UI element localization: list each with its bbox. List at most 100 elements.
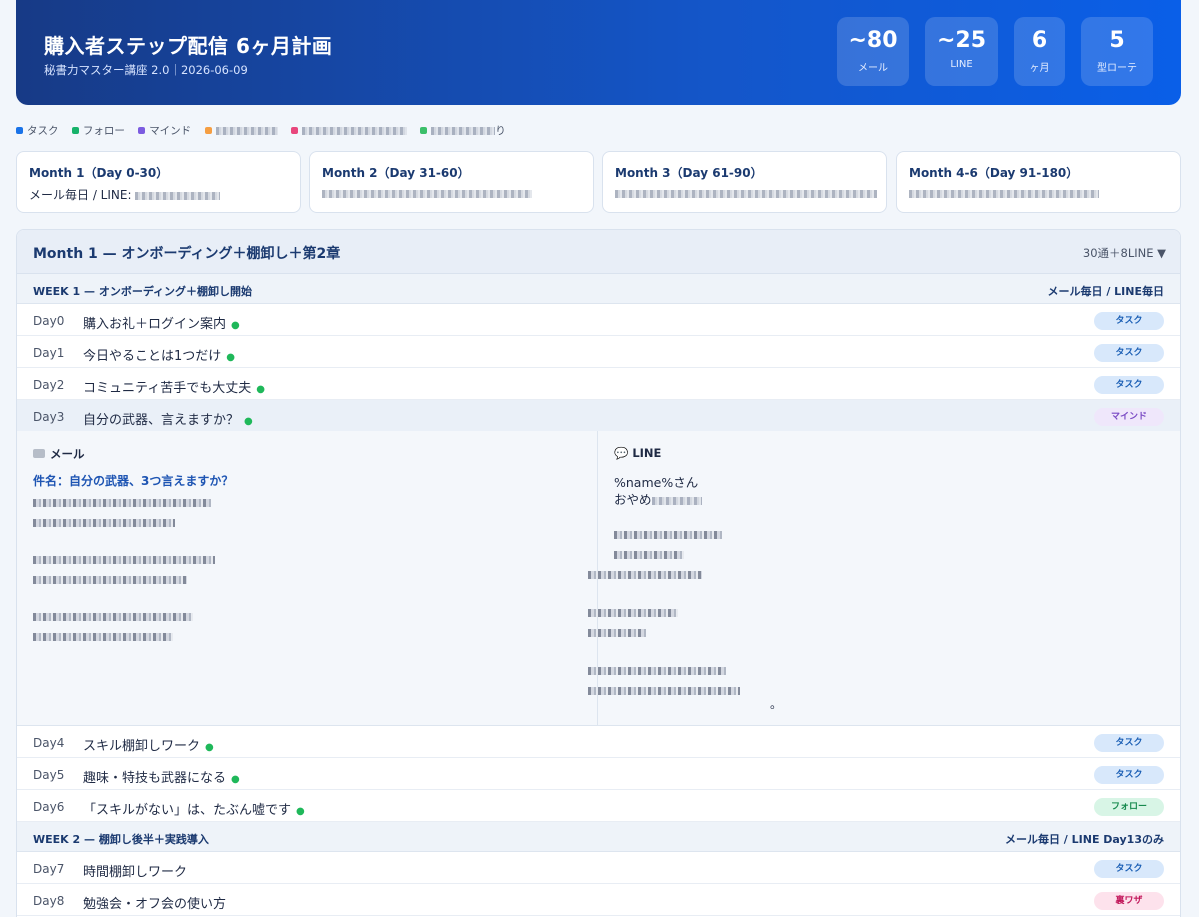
day-row[interactable]: Day2 コミュニティ苦手でも大丈夫 ● タスク xyxy=(17,368,1180,400)
redacted-text xyxy=(431,127,496,135)
day-title: 自分の武器、言えますか？ ● xyxy=(83,413,253,428)
day-number: Day7 xyxy=(33,862,65,876)
line-heading: 💬 LINE xyxy=(614,446,662,460)
redacted-text xyxy=(614,551,684,559)
type-tag: タスク xyxy=(1094,860,1164,878)
legend-item-4-swatch xyxy=(204,127,212,134)
page-header: 購入者ステップ配信 6ヶ月計画 秘書力マスター講座 2.0｜2026-06-09… xyxy=(16,0,1181,105)
legend-item-follow: フォロー xyxy=(71,123,125,138)
redacted-text xyxy=(588,609,678,617)
redacted-text xyxy=(651,496,702,505)
redacted-text xyxy=(33,576,187,584)
redacted-text xyxy=(588,629,646,637)
day-detail: メール 件名：自分の武器、3つ言えますか？ 💬 LINE %name%さん おや… xyxy=(17,431,1180,726)
month-panel: Month 1 — オンボーディング＋棚卸し＋第2章 30通＋8LINE ▼ W… xyxy=(16,229,1181,917)
type-tag: フォロー xyxy=(1094,798,1164,816)
mail-subject: 件名：自分の武器、3つ言えますか？ xyxy=(33,474,234,488)
day-row[interactable]: Day8 勉強会・オフ会の使い方 裏ワザ xyxy=(17,884,1180,916)
redacted-text xyxy=(588,687,740,695)
redacted-text xyxy=(33,633,173,641)
month-card-2[interactable]: Month 2（Day 31-60） xyxy=(309,151,594,213)
day-row[interactable]: Day7 時間棚卸しワーク タスク xyxy=(17,852,1180,884)
redacted-text xyxy=(614,531,722,539)
stat-rotation-label: 型ローテ xyxy=(1097,63,1137,74)
day-number: Day8 xyxy=(33,894,65,908)
legend-task-swatch xyxy=(16,127,23,134)
stat-line: ~25 LINE xyxy=(925,17,998,86)
type-tag: 裏ワザ xyxy=(1094,892,1164,910)
month-panel-header[interactable]: Month 1 — オンボーディング＋棚卸し＋第2章 30通＋8LINE ▼ xyxy=(17,230,1180,274)
sent-dot-icon: ● xyxy=(226,352,236,363)
week-header: WEEK 2 — 棚卸し後半＋実践導入 メール毎日 / LINE Day13のみ xyxy=(17,822,1180,852)
redacted-text xyxy=(33,556,215,564)
line-column: 💬 LINE %name%さん おやめ 。 xyxy=(588,431,1180,725)
week-schedule: メール毎日 / LINE毎日 xyxy=(1047,285,1165,298)
week-title: WEEK 2 — 棚卸し後半＋実践導入 xyxy=(33,833,209,846)
legend-mind-swatch xyxy=(138,127,146,134)
page-subtitle: 秘書力マスター講座 2.0｜2026-06-09 xyxy=(44,63,248,77)
sent-dot-icon: ● xyxy=(205,742,214,753)
stat-mail-label: メール xyxy=(858,63,888,74)
month-card-4[interactable]: Month 4-6（Day 91-180） xyxy=(896,151,1181,213)
type-tag: マインド xyxy=(1094,408,1164,426)
day-row[interactable]: Day0 購入お礼＋ログイン案内 ● タスク xyxy=(17,304,1180,336)
mail-icon xyxy=(33,449,45,458)
stat-line-label: LINE xyxy=(950,59,973,70)
sent-dot-icon: ● xyxy=(296,806,305,817)
month-card-desc: メール毎日 / LINE: xyxy=(29,186,221,203)
day-title: 今日やることは1つだけ ● xyxy=(83,349,236,364)
legend-item-6: り xyxy=(420,123,506,138)
stat-months-value: 6 xyxy=(1031,28,1048,53)
legend-item-task: タスク xyxy=(16,123,59,138)
redacted-text xyxy=(588,667,726,675)
type-tag: タスク xyxy=(1094,376,1164,394)
mail-column: メール 件名：自分の武器、3つ言えますか？ xyxy=(17,431,598,725)
day-number: Day2 xyxy=(33,378,65,392)
day-title: 購入お礼＋ログイン案内 ● xyxy=(83,317,240,332)
type-tag: タスク xyxy=(1094,344,1164,362)
redacted-text xyxy=(615,189,877,198)
day-row[interactable]: Day6 「スキルがない」は、たぶん嘘です ● フォロー xyxy=(17,790,1180,822)
mail-heading: メール xyxy=(33,446,85,462)
day-number: Day6 xyxy=(33,800,65,814)
line-end: 。 xyxy=(770,697,783,711)
day-number: Day0 xyxy=(33,314,65,328)
sent-dot-icon: ● xyxy=(244,416,253,427)
sent-dot-icon: ● xyxy=(256,384,265,395)
day-number: Day1 xyxy=(33,346,65,360)
redacted-text xyxy=(135,191,221,200)
day-row[interactable]: Day4 スキル棚卸しワーク ● タスク xyxy=(17,726,1180,758)
stat-line-value: ~25 xyxy=(936,28,987,53)
day-title: 趣味・特技も武器になる ● xyxy=(83,771,240,786)
day-row-expanded[interactable]: Day3 自分の武器、言えますか？ ● マインド xyxy=(17,400,1180,432)
type-tag: タスク xyxy=(1094,766,1164,784)
legend-item-4 xyxy=(204,125,278,137)
stat-months-label: ヶ月 xyxy=(1029,63,1050,74)
line-second: おやめ xyxy=(614,489,702,508)
stat-mail: ~80 メール xyxy=(837,17,909,86)
stat-mail-value: ~80 xyxy=(848,28,898,53)
legend-item-5 xyxy=(290,125,407,137)
month-card-desc xyxy=(615,186,877,200)
month-card-title: Month 1（Day 0-30） xyxy=(29,166,169,180)
week-schedule: メール毎日 / LINE Day13のみ xyxy=(1004,833,1164,846)
day-row[interactable]: Day1 今日やることは1つだけ ● タスク xyxy=(17,336,1180,368)
stat-rotation: 5 型ローテ xyxy=(1081,17,1153,86)
day-title: 時間棚卸しワーク xyxy=(83,865,188,880)
month-panel-count[interactable]: 30通＋8LINE ▼ xyxy=(1083,245,1166,261)
week-header: WEEK 1 — オンボーディング＋棚卸し開始 メール毎日 / LINE毎日 xyxy=(17,274,1180,304)
day-title: 「スキルがない」は、たぶん嘘です ● xyxy=(83,803,305,818)
legend-item-6-swatch xyxy=(420,127,428,134)
day-title: 勉強会・オフ会の使い方 xyxy=(83,897,227,912)
day-row[interactable]: Day5 趣味・特技も武器になる ● タスク xyxy=(17,758,1180,790)
redacted-text xyxy=(215,127,278,135)
redacted-text xyxy=(322,189,532,198)
day-number: Day5 xyxy=(33,768,65,782)
month-card-3[interactable]: Month 3（Day 61-90） xyxy=(602,151,887,213)
legend-follow-swatch xyxy=(71,127,79,134)
day-title: スキル棚卸しワーク ● xyxy=(83,739,214,754)
month-card-1[interactable]: Month 1（Day 0-30） メール毎日 / LINE: xyxy=(16,151,301,213)
redacted-text xyxy=(909,189,1099,198)
month-card-desc xyxy=(322,186,532,200)
legend-item-mind: マインド xyxy=(138,123,191,138)
